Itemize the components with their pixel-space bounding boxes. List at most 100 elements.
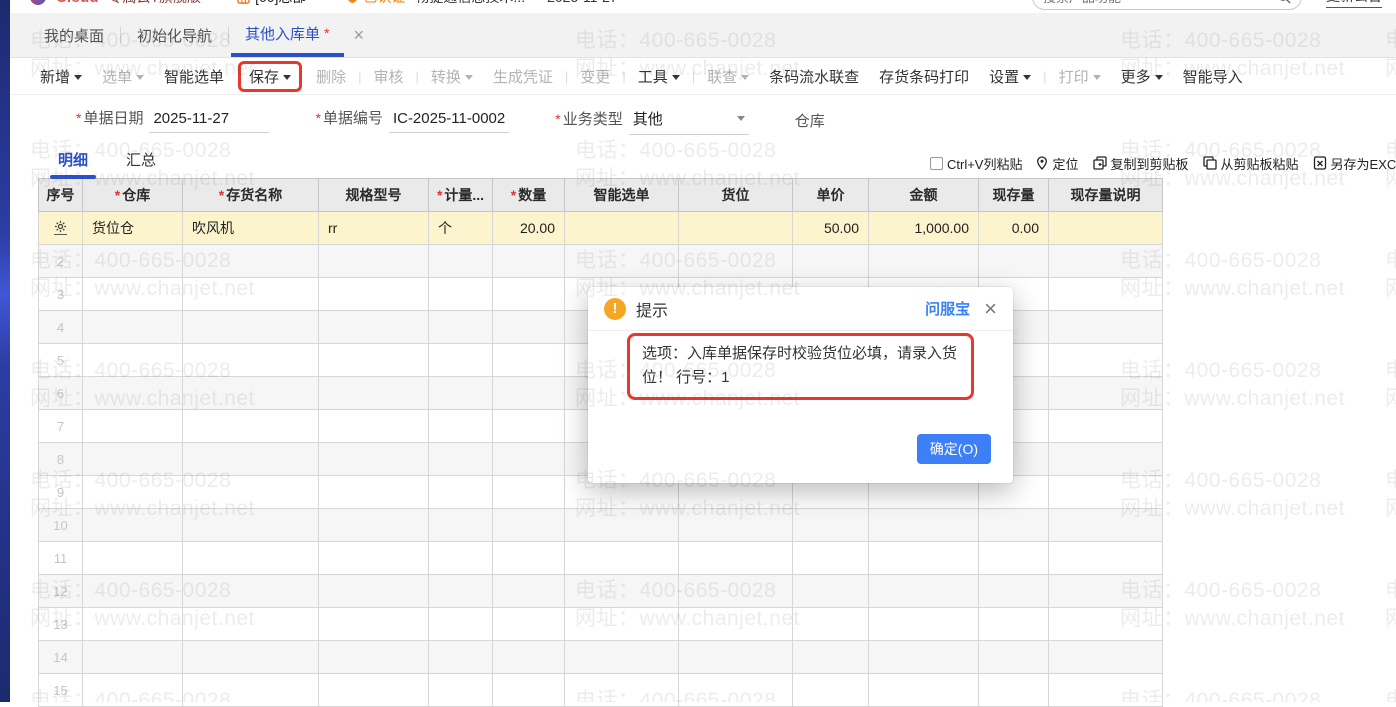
cell-empty[interactable] [1049,509,1163,542]
paste-from-clipboard-button[interactable]: 从剪贴板粘贴 [1203,154,1299,173]
cell-empty[interactable] [183,641,319,674]
toolbar-button-tools[interactable]: 工具 [628,62,690,91]
search-icon[interactable] [1277,0,1291,4]
cell-empty[interactable] [83,641,183,674]
cell-empty[interactable] [1049,641,1163,674]
cell-empty[interactable] [1049,311,1163,344]
doc-date-input[interactable]: 2025-11-27 [149,108,269,133]
toolbar-button-smart-pick[interactable]: 智能选单 [154,62,234,91]
toolbar-button-more[interactable]: 更多 [1111,62,1173,91]
cell-empty[interactable] [183,608,319,641]
cell-empty[interactable] [1049,278,1163,311]
cell-empty[interactable] [679,542,793,575]
cell-empty[interactable] [869,608,979,641]
cell-empty[interactable] [793,641,869,674]
cell-empty[interactable] [869,509,979,542]
checkbox-icon[interactable] [930,157,943,170]
cell-empty[interactable] [869,245,979,278]
cell-empty[interactable] [1049,476,1163,509]
cell-empty[interactable] [183,443,319,476]
cell-empty[interactable] [429,509,493,542]
tab-my-desktop[interactable]: 我的桌面 [30,13,118,57]
cell-empty[interactable] [319,377,429,410]
cell-empty[interactable] [83,344,183,377]
row-number[interactable]: 14 [39,641,83,674]
cell-empty[interactable] [319,278,429,311]
cell-empty[interactable] [429,476,493,509]
cell-empty[interactable] [493,575,565,608]
cell-empty[interactable] [979,245,1049,278]
org-selector[interactable]: [00]总部 [237,0,306,7]
cell-empty[interactable] [183,377,319,410]
cell-item[interactable]: 吹风机 [183,212,319,245]
biz-type-select[interactable]: 其他 [629,106,749,135]
cell-spec[interactable]: rr [319,212,429,245]
tab-close-icon[interactable]: × [344,13,375,57]
toolbar-button-barcode-flow-query[interactable]: 条码流水联查 [759,62,869,91]
tab-init-navigation[interactable]: 初始化导航 [123,13,226,57]
cell-empty[interactable] [83,410,183,443]
doc-no-input[interactable]: IC-2025-11-0002 [389,108,509,133]
cell-empty[interactable] [869,575,979,608]
cell-empty[interactable] [493,245,565,278]
row-number[interactable]: 11 [39,542,83,575]
cell-amount[interactable]: 1,000.00 [869,212,979,245]
cell-smart[interactable] [565,212,679,245]
cell-empty[interactable] [565,608,679,641]
row-number[interactable]: 2 [39,245,83,278]
cell-empty[interactable] [793,542,869,575]
cell-empty[interactable] [183,509,319,542]
cell-empty[interactable] [869,542,979,575]
row-number[interactable]: 4 [39,311,83,344]
cell-empty[interactable] [1049,377,1163,410]
cell-empty[interactable] [679,641,793,674]
cell-empty[interactable] [565,575,679,608]
cell-empty[interactable] [869,641,979,674]
row-number[interactable]: 13 [39,608,83,641]
cell-empty[interactable] [319,245,429,278]
cell-empty[interactable] [319,542,429,575]
cell-empty[interactable] [319,641,429,674]
cell-empty[interactable] [183,542,319,575]
left-nav-strip[interactable] [0,0,10,702]
cell-empty[interactable] [493,542,565,575]
cell-empty[interactable] [183,575,319,608]
cell-empty[interactable] [493,443,565,476]
cell-empty[interactable] [679,509,793,542]
cell-empty[interactable] [1049,575,1163,608]
cell-empty[interactable] [793,509,869,542]
cell-empty[interactable] [319,311,429,344]
row-number[interactable]: 9 [39,476,83,509]
cell-unit[interactable]: 个 [429,212,493,245]
toolbar-button-inventory-barcode-print[interactable]: 存货条码打印 [869,62,979,91]
cell-empty[interactable] [979,542,1049,575]
cell-empty[interactable] [319,575,429,608]
cell-empty[interactable] [83,476,183,509]
cell-empty[interactable] [1049,608,1163,641]
cell-empty[interactable] [429,410,493,443]
toolbar-button-save[interactable]: 保存 [238,61,302,92]
cell-empty[interactable] [83,443,183,476]
row-settings-gear-icon[interactable] [54,220,67,235]
cell-empty[interactable] [979,641,1049,674]
toolbar-button-settings[interactable]: 设置 [979,62,1041,91]
cell-empty[interactable] [565,542,679,575]
cell-qty[interactable]: 20.00 [493,212,565,245]
cell-empty[interactable] [793,245,869,278]
cell-empty[interactable] [429,278,493,311]
help-service-link[interactable]: 问服宝 [925,298,970,319]
cell-empty[interactable] [183,311,319,344]
cell-empty[interactable] [319,476,429,509]
cell-empty[interactable] [493,278,565,311]
cell-empty[interactable] [83,278,183,311]
cell-empty[interactable] [979,509,1049,542]
cell-empty[interactable] [679,245,793,278]
cell-empty[interactable] [1049,542,1163,575]
cell-empty[interactable] [979,575,1049,608]
cell-empty[interactable] [429,377,493,410]
cell-stock[interactable]: 0.00 [979,212,1049,245]
cell-empty[interactable] [83,377,183,410]
subtab-detail[interactable]: 明细 [48,145,98,179]
cell-empty[interactable] [493,377,565,410]
cell-warehouse[interactable]: 货位仓 [83,212,183,245]
